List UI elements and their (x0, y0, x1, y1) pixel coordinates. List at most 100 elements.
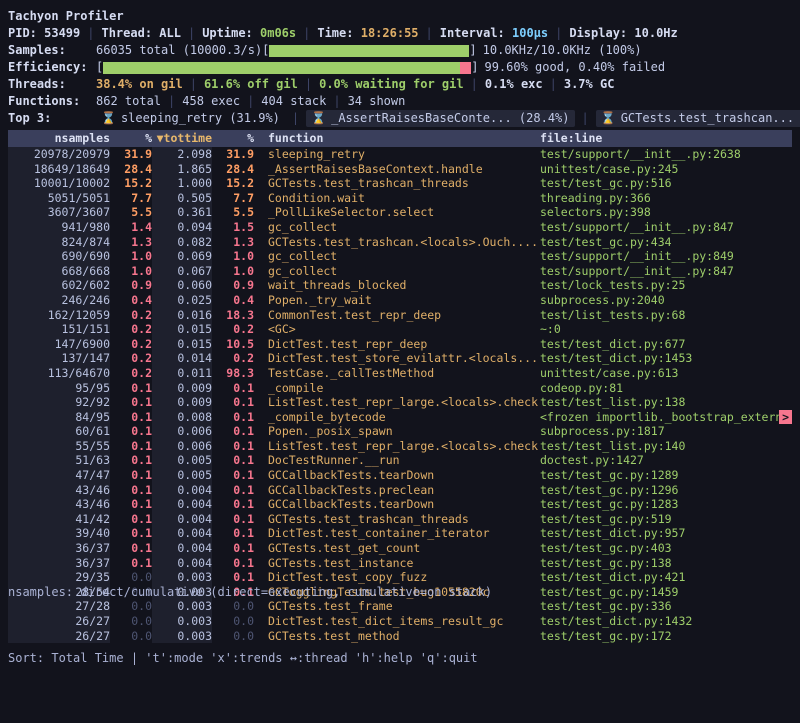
cell-nsamples: 147/6900 (8, 337, 110, 352)
file-path: test/list_tests.py:68 (540, 308, 685, 323)
file-path: test/test_dict.py:1432 (540, 614, 692, 629)
cell-direct-pct: 28.4 (110, 162, 152, 177)
table-row: 941/9801.40.0941.5gc_collecttest/support… (8, 220, 792, 235)
cell-tottime: 2.098 (152, 147, 212, 162)
cell-function: GCTests.test_trashcan_threads (268, 512, 540, 527)
column-header-function[interactable]: function (268, 130, 540, 147)
column-header-nsamples[interactable]: nsamples (8, 130, 110, 147)
samples-bar-open-bracket: [ (262, 42, 269, 59)
tachyon-profiler-window: Tachyon Profiler PID: 53499|Thread: ALL|… (0, 0, 800, 723)
column-header-cumulative-pct[interactable]: % (212, 130, 254, 147)
file-path: doctest.py:1427 (540, 453, 644, 468)
file-path: test/support/__init__.py:2638 (540, 147, 741, 162)
cell-tottime: 1.000 (152, 176, 212, 191)
file-path: test/test_gc.py:1296 (540, 483, 678, 498)
cell-nsamples: 137/147 (8, 351, 110, 366)
cell-cumulative-pct: 0.1 (212, 453, 254, 468)
table-row: 137/1470.20.0140.2DictTest.test_store_ev… (8, 351, 792, 366)
table-row: 84/950.10.0080.1_compile_bytecode<frozen… (8, 410, 792, 425)
cell-function: CommonTest.test_repr_deep (268, 308, 540, 323)
cell-cumulative-pct: 31.9 (212, 147, 254, 162)
top3-item-label: sleeping_retry (31.9%) (121, 110, 280, 127)
cell-tottime: 0.361 (152, 205, 212, 220)
cell-tottime: 0.016 (152, 308, 212, 323)
stat-thread: Thread: ALL (101, 25, 180, 42)
file-path: test/test_list.py:138 (540, 395, 685, 410)
thread-stat: 0.0% waiting for gil (319, 76, 464, 93)
cell-file-line: test/test_gc.py:172 (540, 629, 792, 644)
file-path: test/support/__init__.py:849 (540, 249, 734, 264)
cell-cumulative-pct: 10.5 (212, 337, 254, 352)
stat-value: 0m06s (260, 26, 296, 40)
cell-nsamples: 84/95 (8, 410, 110, 425)
cell-nsamples: 5051/5051 (8, 191, 110, 206)
cell-cumulative-pct: 98.3 (212, 366, 254, 381)
cell-tottime: 0.014 (152, 351, 212, 366)
file-path: ~:0 (540, 322, 561, 337)
cell-tottime: 1.865 (152, 162, 212, 177)
file-path: test/test_dict.py:677 (540, 337, 685, 352)
hourglass-icon: ⌛ (601, 110, 616, 127)
file-path: unittest/case.py:613 (540, 366, 678, 381)
cell-direct-pct: 1.3 (110, 235, 152, 250)
cell-nsamples: 246/246 (8, 293, 110, 308)
samples-bar-close-bracket: ] (469, 42, 476, 59)
truncation-marker: > (779, 410, 792, 425)
stat-label: PID: (8, 26, 44, 40)
stat-interval: Interval: 100µs (440, 25, 548, 42)
threads-label: Threads: (8, 76, 96, 93)
file-path: test/test_gc.py:516 (540, 176, 672, 191)
cell-function: GCTests.test_trashcan.<locals>.Ouch.... (268, 235, 540, 250)
cell-nsamples: 10001/10002 (8, 176, 110, 191)
cell-cumulative-pct: 0.1 (212, 439, 254, 454)
cell-nsamples: 602/602 (8, 278, 110, 293)
cell-direct-pct: 0.2 (110, 308, 152, 323)
cell-tottime: 0.015 (152, 322, 212, 337)
file-path: test/test_gc.py:1289 (540, 468, 678, 483)
cell-function: TestCase._callTestMethod (268, 366, 540, 381)
cell-function: DictTest.test_store_evilattr.<locals... (268, 351, 540, 366)
cell-cumulative-pct: 7.7 (212, 191, 254, 206)
column-header-file-line[interactable]: file:line (540, 130, 792, 147)
top3-label: Top 3: (8, 110, 96, 127)
cell-tottime: 0.005 (152, 453, 212, 468)
file-path: codeop.py:81 (540, 381, 623, 396)
cell-tottime: 0.067 (152, 264, 212, 279)
table-row: 5051/50517.70.5057.7Condition.waitthread… (8, 191, 792, 206)
cell-file-line: test/test_gc.py:138 (540, 556, 792, 571)
top3-item-label: GCTests.test_trashcan... (15.2%) (621, 110, 800, 127)
separator: | (333, 93, 340, 110)
cell-nsamples: 3607/3607 (8, 205, 110, 220)
cell-file-line: codeop.py:81 (540, 381, 792, 396)
cell-tottime: 0.008 (152, 410, 212, 425)
cell-nsamples: 690/690 (8, 249, 110, 264)
cell-function: _compile_bytecode (268, 410, 540, 425)
column-header-tottime[interactable]: ▼tottime (152, 130, 212, 147)
cell-file-line: test/test_gc.py:434 (540, 235, 792, 250)
stat-value: ALL (159, 26, 181, 40)
cell-file-line: selectors.py:398 (540, 205, 792, 220)
table-row: 602/6020.90.0600.9wait_threads_blockedte… (8, 278, 792, 293)
functions-stat: 458 exec (182, 93, 240, 110)
cell-function: GCCallbackTests.preclean (268, 483, 540, 498)
stat-value: 18:26:55 (361, 26, 419, 40)
table-row: 60/610.10.0060.1Popen._posix_spawnsubpro… (8, 424, 792, 439)
cell-cumulative-pct: 0.2 (212, 351, 254, 366)
cell-function: _AssertRaisesBaseContext.handle (268, 162, 540, 177)
cell-direct-pct: 0.1 (110, 424, 152, 439)
functions-stat: 862 total (96, 93, 161, 110)
column-header-direct-pct[interactable]: % (110, 130, 152, 147)
cell-function: Condition.wait (268, 191, 540, 206)
cell-nsamples: 51/63 (8, 453, 110, 468)
cell-cumulative-pct: 0.1 (212, 483, 254, 498)
cell-file-line: test/test_dict.py:421 (540, 570, 792, 585)
thread-stat: 61.6% off gil (204, 76, 298, 93)
cell-file-line: test/test_gc.py:1296 (540, 483, 792, 498)
file-path: <frozen importlib._bootstrap_external (540, 410, 779, 425)
file-path: threading.py:366 (540, 191, 651, 206)
cell-nsamples: 113/64670 (8, 366, 110, 381)
separator: | (582, 110, 589, 127)
cell-direct-pct: 5.5 (110, 205, 152, 220)
stat-time: Time: 18:26:55 (317, 25, 418, 42)
cell-file-line: test/list_tests.py:68 (540, 308, 792, 323)
